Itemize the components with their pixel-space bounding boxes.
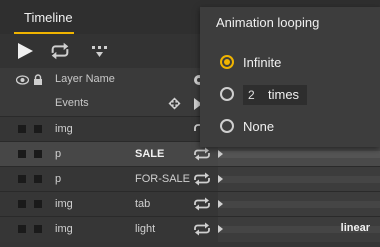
popup-title: Animation looping	[216, 15, 320, 30]
option-times-label: times	[268, 87, 300, 102]
keyframe-marker[interactable]	[218, 150, 223, 158]
layer-type: p	[55, 148, 62, 160]
radio-none[interactable]	[220, 119, 234, 133]
loop-icon[interactable]	[49, 41, 71, 61]
visibility-toggle[interactable]	[18, 150, 26, 158]
visibility-toggle[interactable]	[18, 125, 26, 133]
animation-looping-popup: Animation looping Infinite 2 times None	[200, 7, 380, 147]
tab-timeline[interactable]: Timeline	[14, 4, 83, 34]
layer-name: SALE	[135, 148, 165, 160]
keyframe-marker[interactable]	[218, 175, 223, 183]
lock-toggle[interactable]	[34, 175, 42, 183]
lock-toggle[interactable]	[34, 125, 42, 133]
loop-icon[interactable]	[192, 146, 212, 162]
easing-label[interactable]: linear	[341, 222, 370, 234]
option-none-label[interactable]: None	[243, 119, 274, 134]
visibility-eye-icon[interactable]	[16, 75, 29, 85]
layer-type: img	[55, 198, 73, 210]
layer-type: p	[55, 173, 62, 185]
track-bar	[218, 151, 380, 158]
times-count-input[interactable]: 2	[248, 88, 255, 102]
option-infinite-label[interactable]: Infinite	[243, 55, 281, 70]
layer-type: img	[55, 123, 73, 135]
visibility-toggle[interactable]	[18, 175, 26, 183]
track-bar	[218, 201, 380, 208]
loop-icon[interactable]	[192, 221, 212, 237]
layer-name: light	[135, 223, 156, 235]
radio-times[interactable]	[220, 87, 234, 101]
lock-icon[interactable]	[33, 74, 43, 86]
lock-toggle[interactable]	[34, 225, 42, 233]
layer-track[interactable]	[218, 192, 380, 217]
visibility-toggle[interactable]	[18, 225, 26, 233]
layer-name: tab	[135, 198, 151, 210]
layer-row[interactable]: img light linear	[0, 216, 380, 242]
track-bar	[218, 176, 380, 183]
keyframe-marker[interactable]	[218, 225, 223, 233]
times-field[interactable]: 2 times	[243, 85, 307, 105]
events-label: Events	[55, 97, 89, 109]
layer-name: FOR-SALE	[135, 173, 191, 185]
layer-track[interactable]	[218, 167, 380, 192]
layer-track[interactable]: linear	[218, 217, 380, 242]
layer-row[interactable]: p FOR-SALE	[0, 166, 380, 192]
layer-type: img	[55, 223, 73, 235]
add-event-icon[interactable]	[168, 97, 181, 110]
keyframe-marker[interactable]	[218, 200, 223, 208]
loop-icon[interactable]	[192, 171, 212, 187]
layer-row[interactable]: img tab	[0, 191, 380, 217]
lock-toggle[interactable]	[34, 150, 42, 158]
lock-toggle[interactable]	[34, 200, 42, 208]
radio-infinite[interactable]	[220, 55, 234, 69]
loop-icon[interactable]	[192, 196, 212, 212]
keyframe-options-icon[interactable]	[89, 41, 111, 61]
play-icon[interactable]	[14, 41, 36, 61]
layer-name-header: Layer Name	[55, 73, 115, 85]
visibility-toggle[interactable]	[18, 200, 26, 208]
